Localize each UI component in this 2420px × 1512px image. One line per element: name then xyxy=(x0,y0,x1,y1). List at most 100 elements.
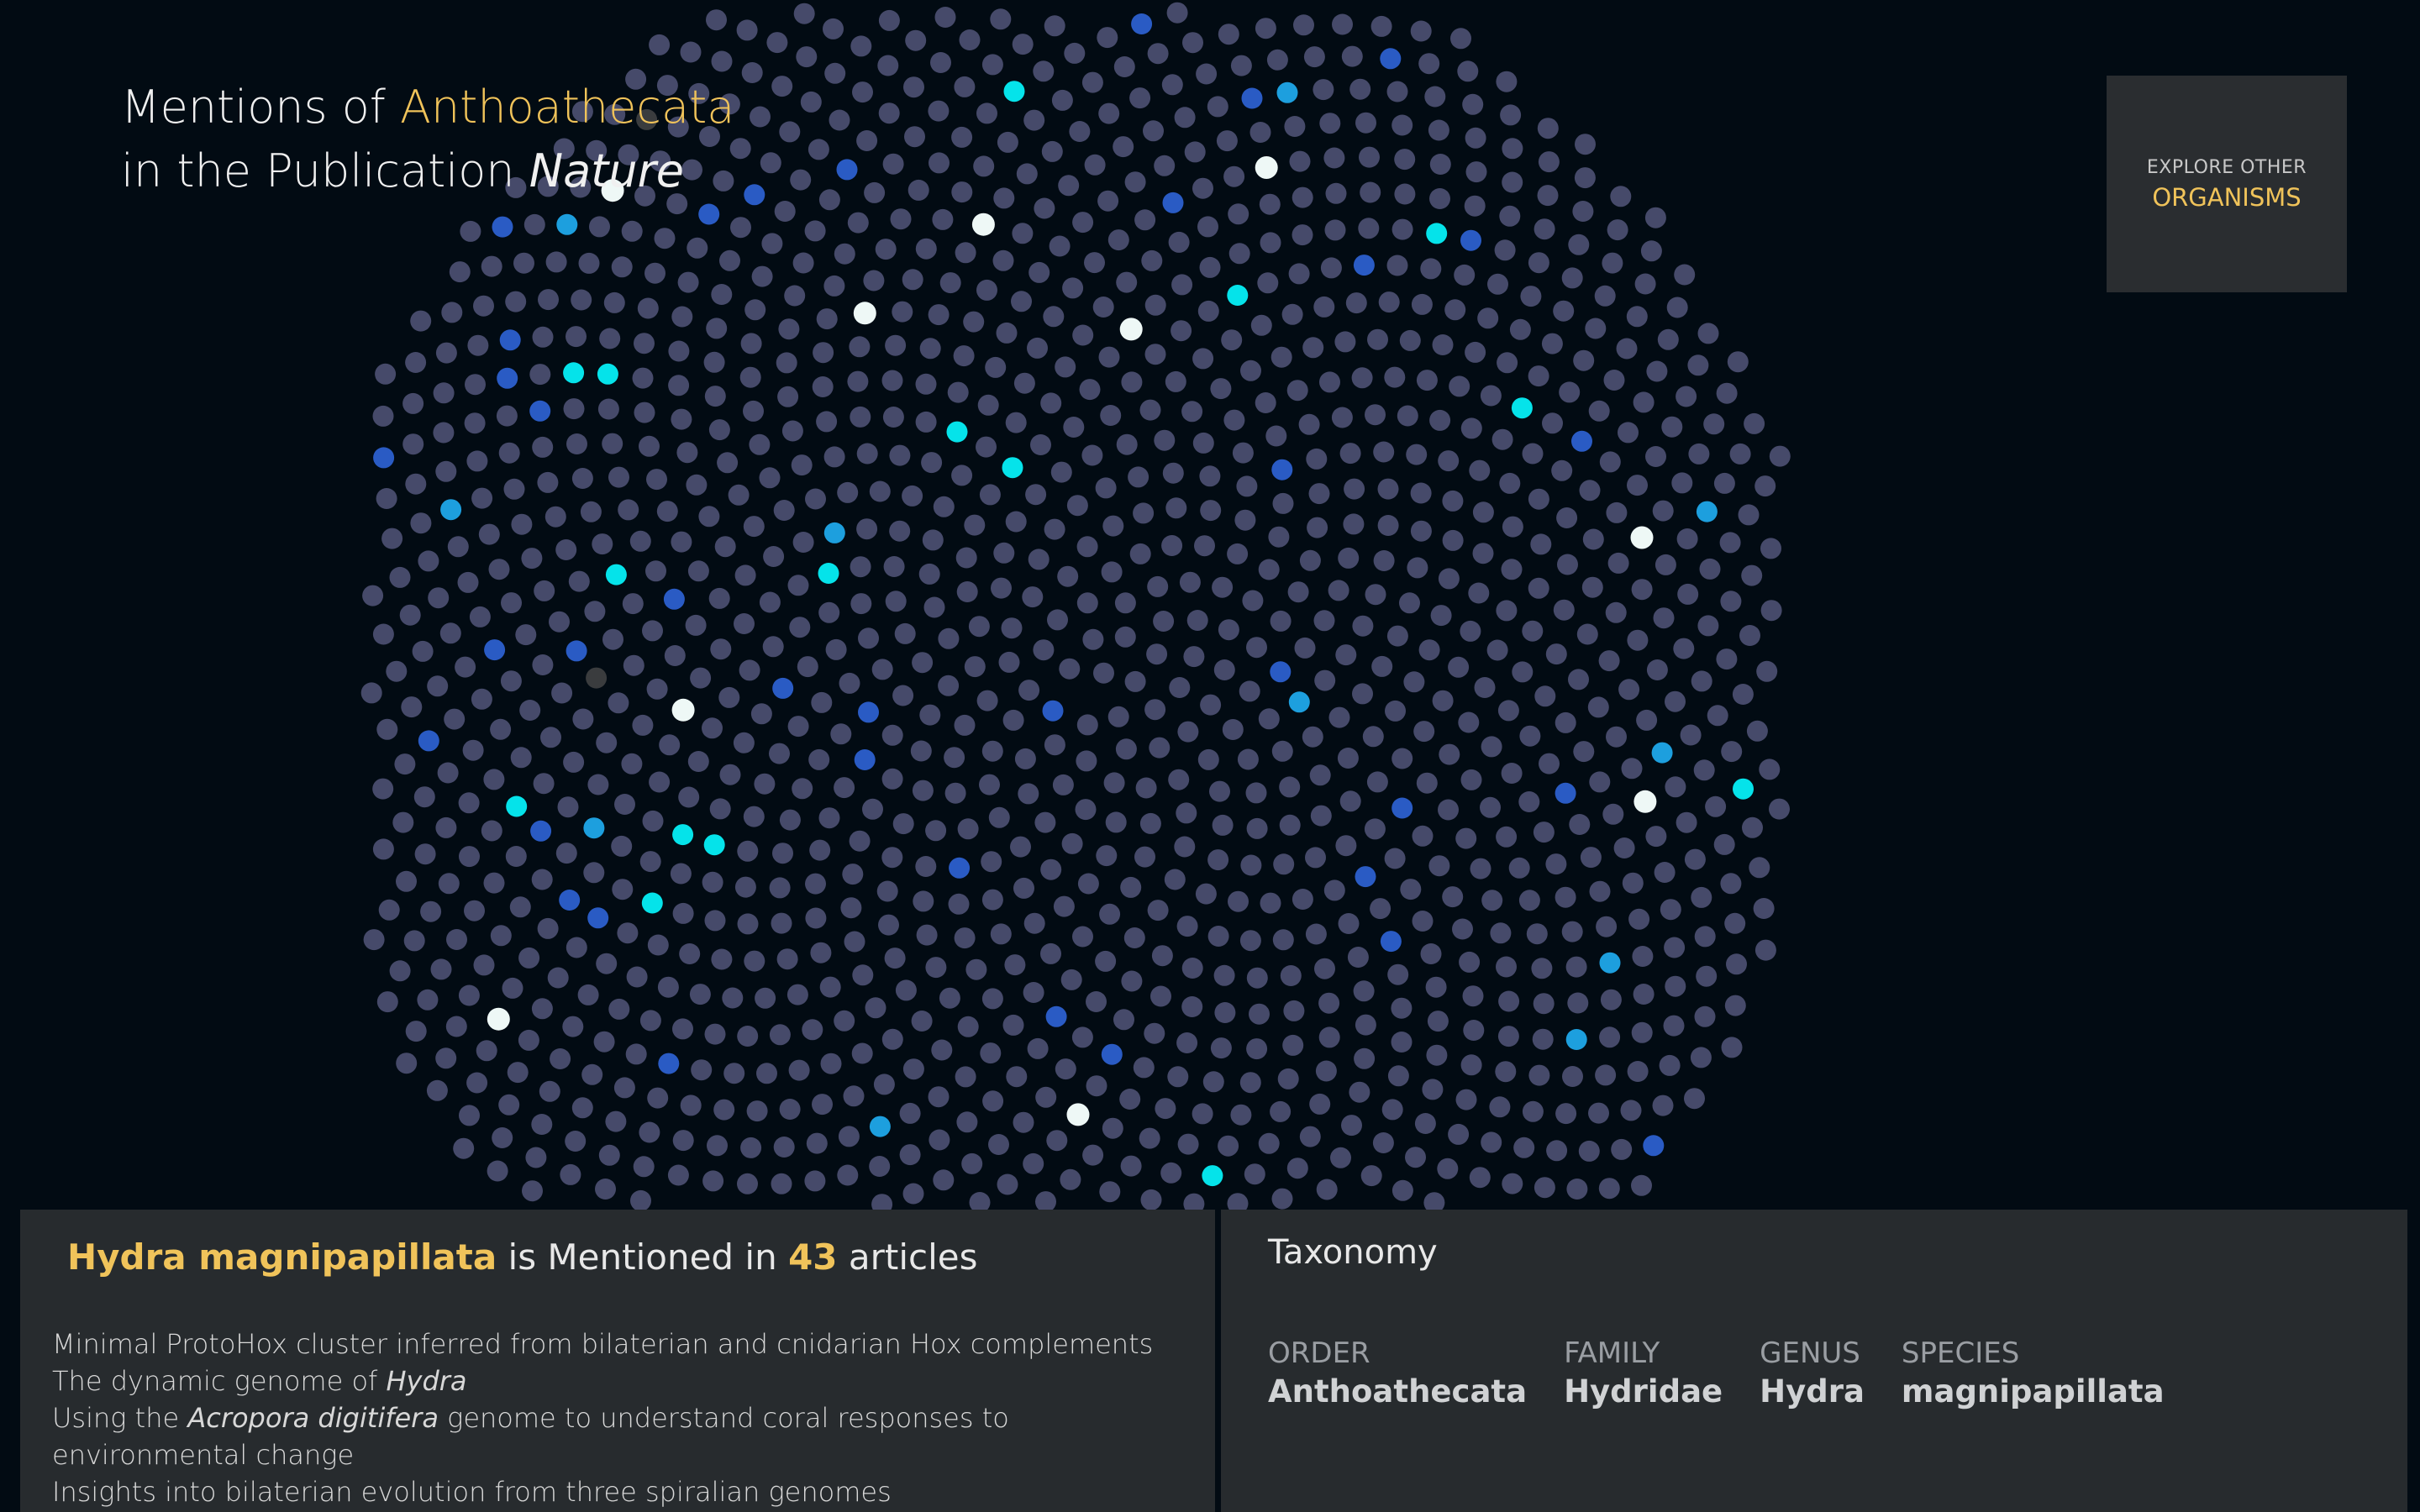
organism-dot[interactable] xyxy=(1128,466,1150,488)
organism-dot[interactable] xyxy=(1422,1079,1444,1100)
organism-dot[interactable] xyxy=(507,1062,529,1084)
organism-dot[interactable] xyxy=(639,1121,660,1143)
organism-dot[interactable] xyxy=(473,295,494,317)
organism-dot[interactable] xyxy=(1607,219,1628,241)
organism-dot[interactable] xyxy=(1620,1100,1642,1121)
organism-dot[interactable] xyxy=(1392,218,1413,240)
organism-dot[interactable] xyxy=(566,937,587,958)
organism-dot[interactable] xyxy=(1481,1131,1502,1153)
organism-dot[interactable] xyxy=(703,351,725,373)
organism-dot[interactable] xyxy=(1271,1188,1293,1210)
organism-dot[interactable] xyxy=(889,444,911,466)
organism-dot[interactable] xyxy=(1168,769,1190,790)
organism-dot[interactable] xyxy=(1328,580,1349,601)
organism-dot[interactable] xyxy=(869,1156,891,1177)
organism-dot[interactable] xyxy=(583,862,605,884)
organism-dot[interactable] xyxy=(1477,307,1499,329)
organism-dot[interactable] xyxy=(396,1053,418,1074)
organism-dot[interactable] xyxy=(1286,380,1308,402)
organism-dot[interactable] xyxy=(736,19,758,41)
organism-dot[interactable] xyxy=(955,547,977,569)
organism-dot[interactable] xyxy=(1099,903,1121,925)
organism-dot[interactable] xyxy=(1210,378,1232,400)
organism-dot[interactable] xyxy=(837,1164,859,1186)
organism-dot[interactable] xyxy=(771,912,792,934)
organism-dot[interactable] xyxy=(1660,899,1681,921)
organism-dot[interactable] xyxy=(1462,985,1484,1007)
organism-dot[interactable] xyxy=(1018,680,1040,701)
organism-dot[interactable] xyxy=(1753,898,1775,919)
organism-dot[interactable] xyxy=(955,242,976,264)
organism-dot[interactable] xyxy=(964,656,986,678)
organism-dot[interactable] xyxy=(925,820,947,842)
organism-dot[interactable] xyxy=(1134,209,1156,231)
organism-dot[interactable] xyxy=(808,139,829,160)
organism-dot[interactable] xyxy=(1237,748,1259,770)
organism-dot[interactable] xyxy=(518,1029,539,1051)
organism-dot[interactable] xyxy=(1392,114,1413,136)
organism-dot[interactable] xyxy=(982,1090,1004,1112)
organism-dot[interactable] xyxy=(977,394,999,416)
organism-dot[interactable] xyxy=(626,966,648,988)
organism-dot[interactable] xyxy=(639,435,660,457)
organism-dot[interactable] xyxy=(1500,104,1522,126)
organism-dot[interactable] xyxy=(1605,601,1627,623)
organism-dot[interactable] xyxy=(947,381,969,403)
organism-dot[interactable] xyxy=(1384,848,1406,869)
organism-dot[interactable] xyxy=(1181,996,1203,1017)
organism-dot[interactable] xyxy=(750,106,771,128)
organism-dot[interactable] xyxy=(769,743,790,764)
organism-dot[interactable] xyxy=(1760,538,1781,559)
organism-dot[interactable] xyxy=(1114,626,1136,648)
organism-dot[interactable] xyxy=(1119,1089,1141,1110)
organism-dot[interactable] xyxy=(1420,943,1442,964)
organism-dot[interactable] xyxy=(1260,892,1281,914)
organism-dot[interactable] xyxy=(1569,814,1591,835)
organism-dot[interactable] xyxy=(1721,741,1743,763)
organism-dot[interactable] xyxy=(929,1129,950,1151)
organism-dot[interactable] xyxy=(1557,554,1578,575)
organism-dot[interactable] xyxy=(769,1024,791,1046)
organism-dot[interactable] xyxy=(1362,726,1384,748)
organism-dot[interactable] xyxy=(805,873,826,895)
organism-dot[interactable] xyxy=(981,889,1003,911)
organism-dot[interactable] xyxy=(1542,412,1563,434)
organism-dot[interactable] xyxy=(1427,1011,1449,1032)
organism-dot[interactable] xyxy=(1606,501,1628,523)
organism-dot[interactable] xyxy=(1098,102,1120,124)
organism-dot[interactable] xyxy=(473,954,495,976)
organism-dot[interactable] xyxy=(1358,218,1380,239)
organism-dot[interactable] xyxy=(1384,366,1406,388)
organism-dot[interactable] xyxy=(1598,1178,1620,1200)
organism-dot[interactable] xyxy=(915,238,937,260)
organism-dot[interactable] xyxy=(410,310,432,332)
organism-dot[interactable] xyxy=(1616,338,1638,360)
organism-dot[interactable] xyxy=(671,531,692,553)
organism-dot[interactable] xyxy=(1102,515,1124,537)
organism-dot[interactable] xyxy=(496,405,518,427)
organism-dot[interactable] xyxy=(1426,223,1448,244)
organism-dot[interactable] xyxy=(933,496,955,517)
organism-dot[interactable] xyxy=(806,1132,828,1154)
organism-dot[interactable] xyxy=(1133,1057,1155,1079)
organism-dot[interactable] xyxy=(1498,990,1520,1012)
organism-dot[interactable] xyxy=(776,948,798,970)
organism-dot[interactable] xyxy=(1071,1026,1093,1048)
organism-dot[interactable] xyxy=(599,328,621,349)
organism-dot[interactable] xyxy=(596,732,618,753)
organism-dot[interactable] xyxy=(672,824,694,846)
organism-dot[interactable] xyxy=(1027,337,1048,359)
organism-dot[interactable] xyxy=(788,1059,810,1081)
organism-dot[interactable] xyxy=(1502,171,1523,193)
organism-dot[interactable] xyxy=(1367,328,1388,350)
organism-dot[interactable] xyxy=(1255,18,1276,39)
organism-dot[interactable] xyxy=(608,998,630,1020)
organism-dot[interactable] xyxy=(951,126,973,148)
organism-dot[interactable] xyxy=(1044,734,1065,756)
organism-dot[interactable] xyxy=(1437,1158,1459,1179)
organism-dot[interactable] xyxy=(1328,706,1350,728)
organism-dot[interactable] xyxy=(1323,147,1345,169)
organism-dot[interactable] xyxy=(869,480,891,502)
organism-dot[interactable] xyxy=(1200,694,1222,716)
organism-dot[interactable] xyxy=(946,421,968,443)
